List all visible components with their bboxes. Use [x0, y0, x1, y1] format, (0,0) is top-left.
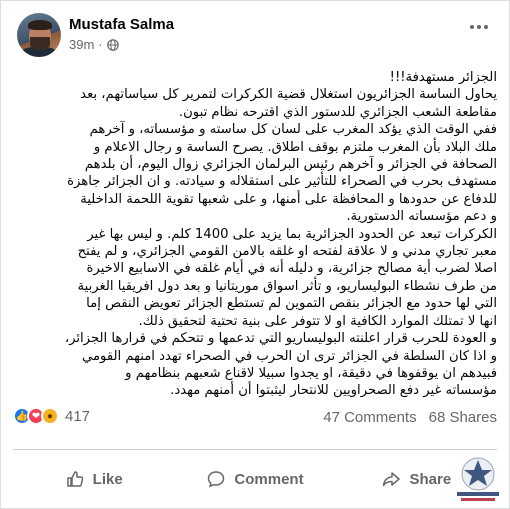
reactions-summary[interactable]: 👍 ❤ ● 417 [13, 407, 90, 425]
post-line: مقاطعة الشعب الجزائري للدستور الذي اقترح… [178, 104, 497, 120]
post-line: للدفاع عن حدودها و المحافظة على أمنها، و… [80, 191, 497, 207]
post-line: الكركرات تبعد عن الحدود الجزائرية بما يز… [87, 226, 497, 242]
post-line: التي لها حدود مع الجزائر بنقص التموين لم… [86, 296, 497, 312]
post-line: فبيدهم ان يوقفوها في دقيقة، او يجدوا سبي… [125, 365, 497, 381]
post-line: ملك البلاد بأن المغرب ملتزم بوقف اطلاق. … [93, 139, 497, 155]
post-line: يحاول الساسة الجزائريون استغلال قضية الك… [80, 87, 497, 103]
comments-count[interactable]: 47 Comments [323, 409, 416, 426]
author-name[interactable]: Mustafa Salma [69, 16, 174, 33]
post-header: Mustafa Salma 39m · [17, 13, 493, 57]
post-line: و العودة للحرب قرار اعلنته البوليساريو ا… [64, 331, 497, 347]
comment-button[interactable]: Comment [174, 461, 335, 497]
comment-label: Comment [234, 470, 304, 488]
engagement-counts: 47 Comments 68 Shares [323, 409, 497, 426]
meta-separator: · [98, 37, 103, 52]
post-time[interactable]: 39m [69, 37, 94, 52]
globe-icon[interactable] [106, 38, 119, 51]
post-line: انها لا تمتلك الموارد الكافية او لا تتوف… [138, 313, 497, 329]
post-line: معبر تجاري مدني و لا علاقة لفتحه او غلقه… [77, 244, 497, 260]
comment-icon [208, 471, 225, 488]
wow-reaction-icon: ● [41, 407, 59, 425]
reaction-count[interactable]: 417 [65, 408, 90, 425]
more-dot [477, 25, 481, 29]
post-line: اصلا لضرب أية مصالح جزائرية، و دليله أنه… [86, 261, 497, 277]
post-line: مؤسساته غير دفع الصحراويين للانتحار ليثب… [170, 383, 497, 399]
divider [13, 449, 497, 450]
facebook-post: Mustafa Salma 39m · الجزائر مستهدفة!!! ي… [0, 0, 510, 509]
avatar-hair [28, 20, 52, 30]
more-dot [470, 25, 474, 29]
avatar-beard [30, 37, 50, 50]
shares-count[interactable]: 68 Shares [429, 409, 497, 426]
post-line: مستهدف بحرب في الصحراء للتأثير على استقل… [67, 174, 497, 190]
more-dot [484, 25, 488, 29]
forum-watermark-logo [457, 457, 499, 501]
post-line: الصحافة في الجزائر و آخرهم رئيس البرلمان… [84, 157, 497, 173]
share-label: Share [409, 470, 452, 488]
share-arrow-icon [383, 472, 401, 487]
post-line: من طرف نشطاء البوليساريو، و تأثر اسواق م… [77, 278, 497, 294]
post-line: و دعم مؤسساته الدستورية. [346, 209, 497, 225]
post-line: ففي الوقت الذي يؤكد المغرب على لسان كل س… [89, 122, 497, 138]
post-line: و اذا كان السلطة في الجزائر ترى ان الحرب… [81, 348, 497, 364]
like-button[interactable]: Like [13, 461, 174, 497]
post-actions: Like Comment Share [13, 461, 497, 497]
like-label: Like [92, 470, 123, 488]
post-line: الجزائر مستهدفة!!! [389, 70, 497, 85]
post-text: الجزائر مستهدفة!!! يحاول الساسة الجزائري… [13, 69, 497, 400]
post-stats: 👍 ❤ ● 417 47 Comments 68 Shares [13, 407, 497, 429]
post-meta: 39m · [69, 37, 119, 52]
more-options-icon[interactable] [465, 17, 493, 37]
avatar[interactable] [17, 13, 61, 57]
thumbs-up-icon [66, 471, 83, 487]
